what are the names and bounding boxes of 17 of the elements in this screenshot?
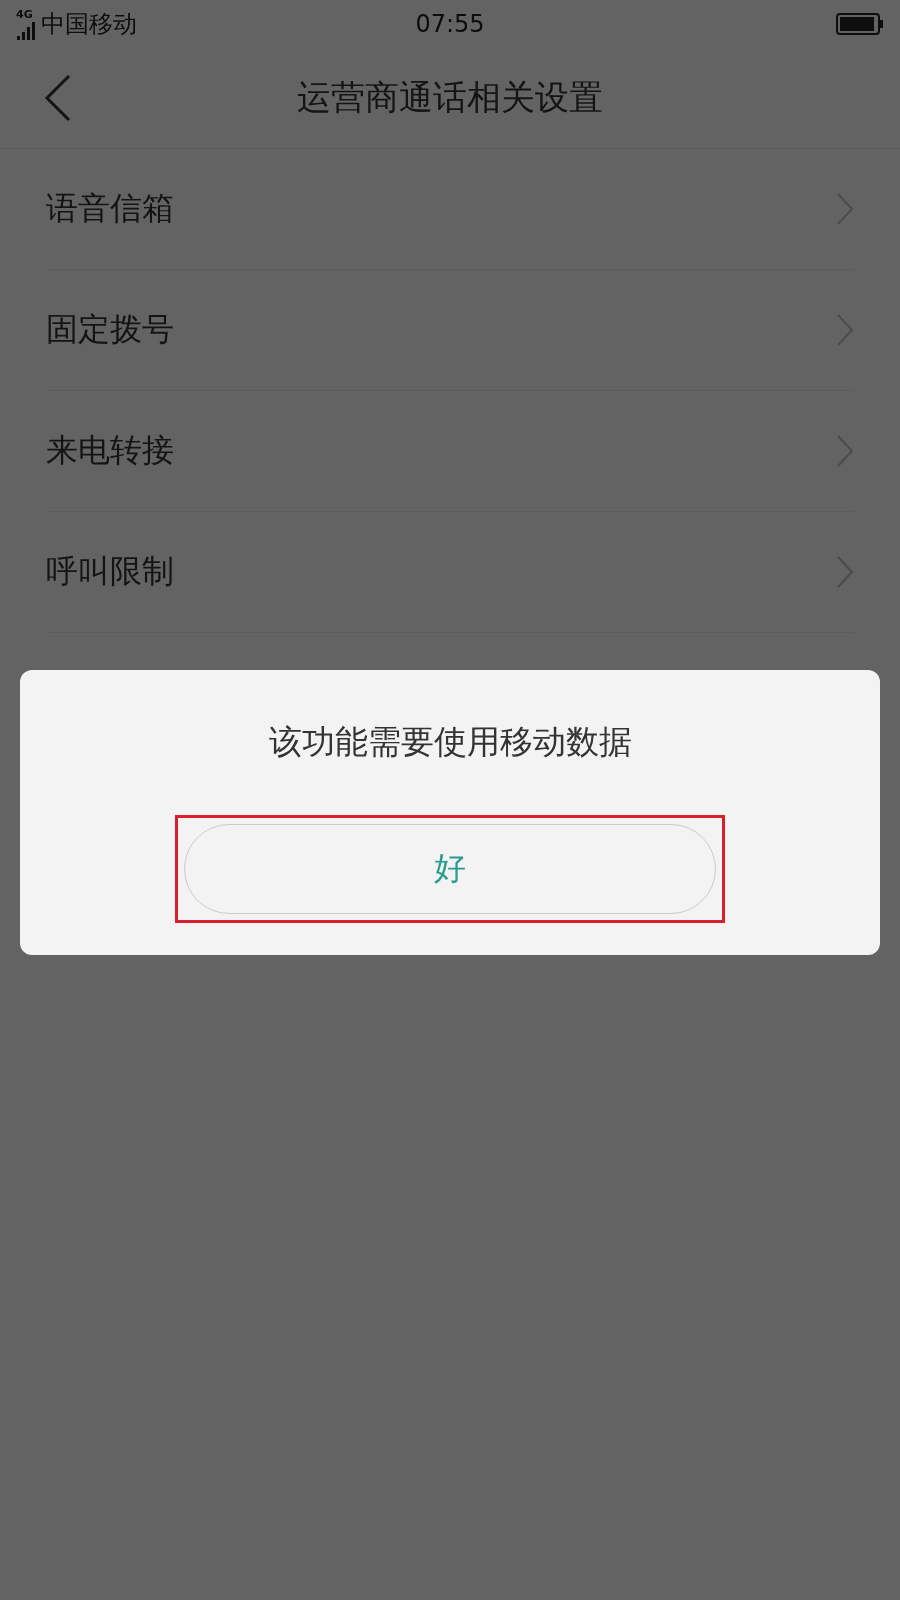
settings-item[interactable]: 呼叫限制 (46, 512, 854, 633)
page-title: 运营商通话相关设置 (297, 76, 603, 119)
ok-button[interactable]: 好 (184, 824, 716, 914)
chevron-icon (836, 434, 854, 468)
chevron-icon (836, 313, 854, 347)
battery-icon (836, 13, 884, 35)
settings-item[interactable]: 来电转接 (46, 391, 854, 512)
settings-item[interactable]: 固定拨号 (46, 270, 854, 391)
back-icon[interactable] (44, 74, 72, 122)
chevron-icon (836, 555, 854, 589)
carrier-name: 中国移动 (40, 9, 137, 40)
signal-icon (16, 22, 37, 40)
settings-item[interactable]: 语音信箱 (46, 149, 854, 270)
status-time: 07:55 (414, 10, 486, 38)
chevron-icon (836, 192, 854, 226)
dialog-message: 该功能需要使用移动数据 (268, 721, 632, 763)
network-type: 4G (16, 8, 33, 21)
